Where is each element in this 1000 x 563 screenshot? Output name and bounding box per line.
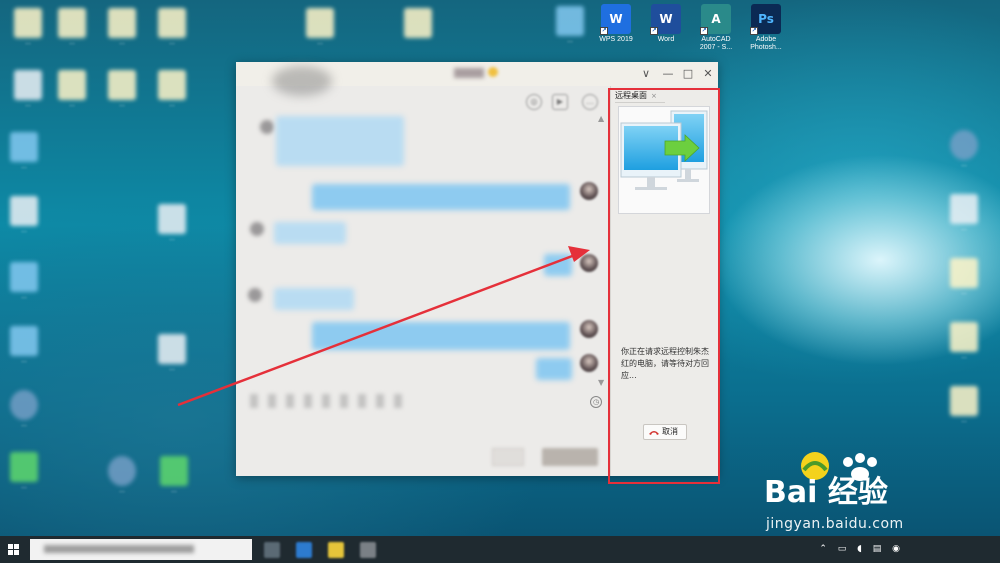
watermark-url: jingyan.baidu.com bbox=[766, 516, 904, 532]
app-icon[interactable] bbox=[296, 542, 312, 558]
taskbar: ⌃ ▭ ◖ ▤ ◉ bbox=[0, 536, 1000, 563]
system-tray-icons[interactable]: ⌃ ▭ ◖ ▤ ◉ bbox=[819, 544, 904, 554]
windows-start-icon[interactable] bbox=[8, 544, 19, 555]
taskview-icon[interactable] bbox=[264, 542, 280, 558]
brand-text: Bai 经验 bbox=[764, 475, 888, 510]
baidu-jingyan-logo: Bai 经验 bbox=[764, 452, 888, 510]
app-icon[interactable] bbox=[360, 542, 376, 558]
app-icon[interactable] bbox=[328, 542, 344, 558]
search-placeholder bbox=[44, 545, 194, 553]
taskbar-search-input[interactable] bbox=[30, 539, 252, 560]
